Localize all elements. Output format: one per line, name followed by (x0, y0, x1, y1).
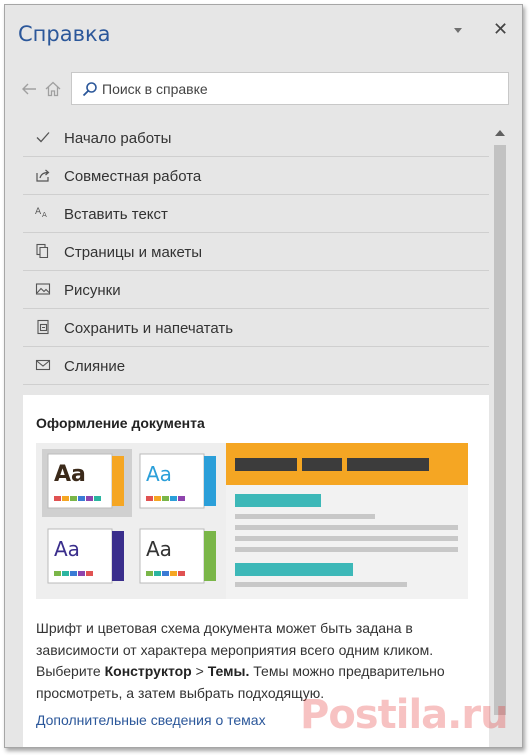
topic-mail-merge[interactable]: Слияние (23, 347, 489, 385)
card-title: Оформление документа (36, 415, 205, 431)
navigation-row (5, 71, 522, 107)
topic-label: Слияние (64, 358, 126, 375)
topic-label: Вставить текст (64, 206, 168, 223)
help-content: Начало работы Совместная работа AA Встав… (5, 117, 491, 747)
picture-icon (35, 281, 51, 297)
topic-getting-started[interactable]: Начало работы (23, 119, 489, 157)
watermark-logo: Postila.ru (300, 692, 509, 738)
topic-label: Начало работы (64, 130, 172, 147)
print-icon (35, 319, 51, 335)
scroll-thumb[interactable] (494, 145, 506, 715)
scroll-up-arrow-icon[interactable] (494, 125, 506, 136)
design-tab-name: Конструктор (104, 663, 192, 679)
back-arrow-icon[interactable] (19, 79, 39, 99)
theme-sample-text: Aa (54, 462, 86, 487)
title-bar: Справка ✕ (5, 5, 522, 63)
themes-command-name: Темы. (207, 663, 250, 679)
pages-icon (35, 243, 51, 259)
svg-text:A: A (42, 211, 47, 219)
help-pane: Справка ✕ Начало работы Совмес (4, 4, 523, 748)
pane-title: Справка (18, 22, 111, 46)
topic-collaboration[interactable]: Совместная работа (23, 157, 489, 195)
description-separator: > (191, 663, 208, 679)
themes-illustration: Aa Aa Aa Aa (36, 443, 468, 599)
theme-sample-text: Aa (54, 537, 80, 561)
search-icon (82, 81, 98, 97)
text-size-icon: AA (35, 205, 51, 221)
topic-label: Страницы и макеты (64, 244, 203, 261)
theme-sample-text: Aa (146, 462, 172, 486)
home-icon[interactable] (43, 79, 63, 99)
theme-sample-text: Aa (146, 537, 172, 561)
topic-insert-text[interactable]: AA Вставить текст (23, 195, 489, 233)
vertical-scrollbar[interactable] (491, 117, 509, 747)
topic-pictures[interactable]: Рисунки (23, 271, 489, 309)
close-icon[interactable]: ✕ (493, 19, 508, 40)
topic-label: Сохранить и напечатать (64, 320, 234, 337)
checkmark-icon (35, 129, 51, 145)
topic-pages-layouts[interactable]: Страницы и макеты (23, 233, 489, 271)
chevron-down-icon[interactable] (451, 23, 465, 37)
mail-icon (35, 357, 51, 373)
svg-text:A: A (35, 207, 42, 217)
topic-label: Совместная работа (64, 168, 202, 185)
more-about-themes-link[interactable]: Дополнительные сведения о темах (36, 712, 266, 728)
topic-save-print[interactable]: Сохранить и напечатать (23, 309, 489, 347)
share-icon (35, 167, 51, 183)
topic-label: Рисунки (64, 282, 121, 299)
search-box[interactable] (71, 72, 509, 105)
search-input[interactable] (102, 73, 502, 104)
